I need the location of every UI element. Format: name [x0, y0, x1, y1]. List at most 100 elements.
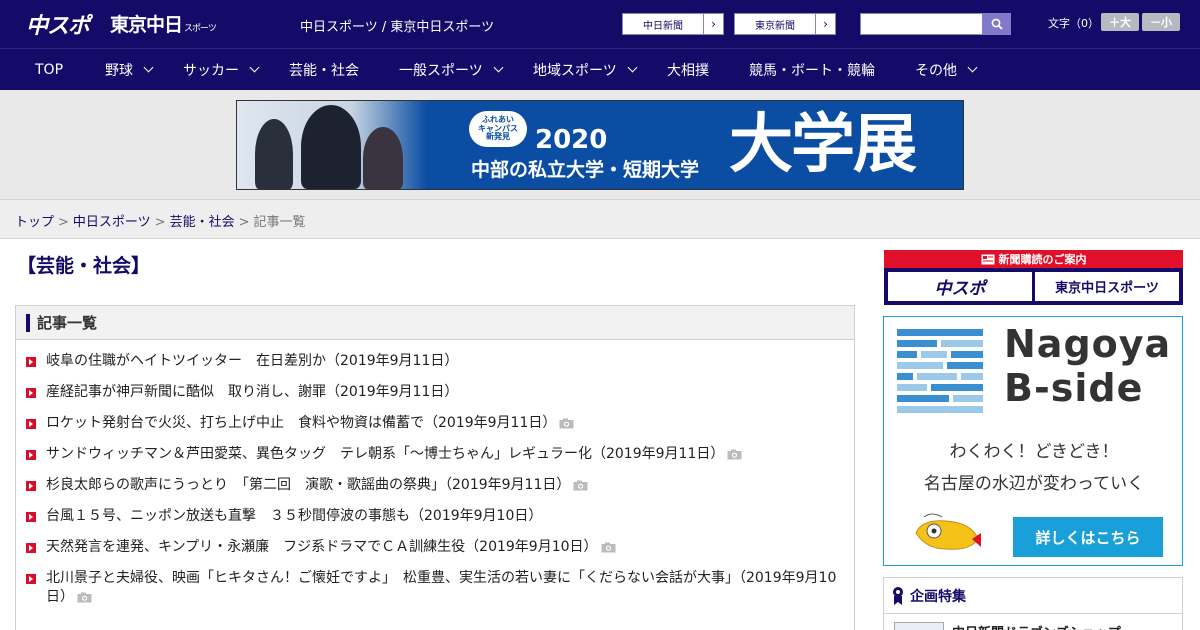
bullet-arrow-icon [26, 450, 36, 460]
student-figure [363, 127, 403, 189]
subscription-title: 新聞購読のご案内 [998, 253, 1087, 266]
chevron-down-icon [627, 62, 638, 73]
nav-item-label: TOP [35, 61, 64, 78]
nav-item-baseball[interactable]: 野球 [105, 49, 154, 90]
tokyo-chunichi-logo-text: 東京中日 [110, 14, 183, 36]
nav-item-label: サッカー [183, 62, 239, 79]
article-link[interactable]: 杉良太郎らの歌声にうっとり 「第二回 演歌・歌謡曲の祭典」（2019年9月11日… [46, 477, 570, 493]
feature-item-dragons-shop[interactable]: 中日新聞ドラゴンズショップ [894, 622, 1121, 630]
nav-item-label: 大相撲 [667, 62, 709, 79]
article-item[interactable]: 産経記事が神戸新聞に酷似 取り消し、謝罪（2019年9月11日） [26, 383, 844, 402]
breadcrumb-separator: > [238, 215, 250, 230]
camera-icon [573, 480, 588, 490]
content-area: 【芸能・社会】 記事一覧 岐阜の住職がヘイトツイッター 在日差別か（2019年9… [0, 239, 1200, 630]
nagoya-bside-details-button[interactable]: 詳しくはこちら [1013, 517, 1163, 557]
subscribe-chuspo-button[interactable]: 中スポ [888, 272, 1032, 301]
nav-item-racing[interactable]: 競馬・ボート・競輪 [749, 49, 875, 90]
article-list-title: 記事一覧 [37, 314, 98, 332]
breadcrumb-chunichi-sports[interactable]: 中日スポーツ [73, 215, 151, 230]
breadcrumb-top[interactable]: トップ [15, 215, 54, 230]
breadcrumb-separator: > [58, 215, 69, 230]
search-input[interactable] [860, 13, 983, 35]
nav-item-others[interactable]: その他 [915, 49, 978, 90]
font-smaller-button[interactable]: －小 [1142, 13, 1180, 31]
article-item[interactable]: 杉良太郎らの歌声にうっとり 「第二回 演歌・歌謡曲の祭典」（2019年9月11日… [26, 476, 844, 495]
tokyo-chunichi-logo-small: スポーツ [184, 24, 217, 34]
tokyo-shimbun-link[interactable]: 東京新聞 › [734, 13, 836, 35]
search-icon [991, 18, 1003, 30]
article-item[interactable]: サンドウィッチマン＆芦田愛菜、異色タッグ テレ朝系「～博士ちゃん」レギュラー化（… [26, 445, 844, 464]
bullet-arrow-icon [26, 574, 36, 584]
chevron-right-icon: › [703, 14, 723, 34]
nav-item-label: その他 [915, 62, 957, 79]
article-list-box: 記事一覧 岐阜の住職がヘイトツイッター 在日差別か（2019年9月11日） 産経… [15, 305, 855, 630]
article-item[interactable]: 台風１５号、ニッポン放送も直撃 ３５秒間停波の事態も（2019年9月10日） [26, 507, 844, 526]
nav-item-sumo[interactable]: 大相撲 [667, 49, 709, 90]
search-button[interactable] [982, 13, 1011, 35]
font-size-label: 文字（0） [1048, 17, 1099, 30]
banner-photo [237, 101, 427, 189]
article-list-header: 記事一覧 [16, 306, 854, 340]
nav-item-label: 野球 [105, 62, 133, 79]
article-item[interactable]: ロケット発射台で火災、打ち上げ中止 食料や物資は備蓄で（2019年9月11日） [26, 414, 844, 433]
article-link[interactable]: ロケット発射台で火災、打ち上げ中止 食料や物資は備蓄で（2019年9月11日） [46, 415, 556, 431]
nagoya-bside-title-line: Nagoya [1004, 322, 1172, 366]
chevron-right-icon: › [815, 14, 835, 34]
nav-item-entertainment[interactable]: 芸能・社会 [289, 49, 359, 90]
banner-headline: 大学展 [729, 108, 917, 182]
article-link[interactable]: 台風１５号、ニッポン放送も直撃 ３５秒間停波の事態も（2019年9月10日） [46, 508, 542, 524]
chuspo-logo[interactable]: 中スポ [26, 8, 90, 40]
nav-item-local-sports[interactable]: 地域スポーツ [533, 49, 638, 90]
nagoya-bside-tagline: 名古屋の水辺が変わっていく [923, 474, 1145, 494]
article-link[interactable]: 天然発言を連発、キンプリ・永瀬廉 フジ系ドラマでＣＡ訓練生役（2019年9月10… [46, 539, 598, 555]
font-bigger-button[interactable]: ＋大 [1101, 13, 1139, 31]
breadcrumb-entertainment[interactable]: 芸能・社会 [170, 215, 235, 230]
article-item[interactable]: 岐阜の住職がヘイトツイッター 在日差別か（2019年9月11日） [26, 352, 844, 371]
article-link[interactable]: サンドウィッチマン＆芦田愛菜、異色タッグ テレ朝系「～博士ちゃん」レギュラー化（… [46, 446, 724, 462]
breadcrumb: トップ > 中日スポーツ > 芸能・社会 > 記事一覧 [15, 211, 306, 230]
nagoya-bside-title: Nagoya B-side [1004, 322, 1172, 410]
article-item[interactable]: 天然発言を連発、キンプリ・永瀬廉 フジ系ドラマでＣＡ訓練生役（2019年9月10… [26, 538, 844, 557]
shrimp-mascot-icon [915, 513, 981, 550]
feature-thumbnail [894, 622, 944, 630]
site-header: 中スポ 東京中日 スポーツ 中日スポーツ / 東京中日スポーツ 中日新聞 › 東京… [0, 0, 1200, 48]
nav-item-soccer[interactable]: サッカー [183, 49, 260, 90]
bullet-arrow-icon [26, 512, 36, 522]
university-fair-banner[interactable]: ふれあい キャンパス 新発見 2020 中部の私立大学・短期大学 大学展 [236, 100, 964, 190]
ext-link-label: 中日新聞 [643, 20, 683, 32]
feature-box: 企画特集 中日新聞ドラゴンズショップ [883, 577, 1183, 630]
tokyo-chunichi-logo[interactable]: 東京中日 スポーツ [110, 10, 217, 37]
student-figure [301, 105, 361, 189]
badge-line: 新発見 [486, 132, 510, 142]
main-nav: TOP 野球 サッカー 芸能・社会 一般スポーツ 地域スポーツ 大相撲 競馬・ボ… [0, 48, 1200, 90]
article-link[interactable]: 産経記事が神戸新聞に酷似 取り消し、謝罪（2019年9月11日） [46, 384, 458, 400]
breadcrumb-current: 記事一覧 [253, 215, 306, 230]
camera-icon [559, 418, 574, 428]
subscription-box: 新聞購読のご案内 中スポ 東京中日スポーツ [884, 250, 1183, 305]
chevron-down-icon [143, 62, 154, 73]
camera-icon [77, 592, 92, 602]
nagoya-bside-ad[interactable]: Nagoya B-side わくわく！どきどき！ 名古屋の水辺が変わっていく 詳… [883, 316, 1183, 566]
article-link[interactable]: 岐阜の住職がヘイトツイッター 在日差別か（2019年9月11日） [46, 353, 458, 369]
bullet-arrow-icon [26, 357, 36, 367]
nav-item-general-sports[interactable]: 一般スポーツ [399, 49, 504, 90]
article-link[interactable]: 北川景子と夫婦役、映画「ヒキタさん！ご懐妊ですよ」 松重豊、実生活の若い妻に「く… [46, 570, 836, 605]
subscribe-tokyo-chunichi-button[interactable]: 東京中日スポーツ [1035, 272, 1179, 301]
subscription-header: 新聞購読のご案内 [884, 250, 1183, 268]
student-figure [255, 119, 293, 189]
bullet-arrow-icon [26, 481, 36, 491]
chevron-down-icon [493, 62, 504, 73]
chunichi-shimbun-link[interactable]: 中日新聞 › [622, 13, 724, 35]
nagoya-bside-tagline: わくわく！どきどき！ [949, 442, 1119, 462]
nav-item-label: 競馬・ボート・競輪 [749, 62, 875, 79]
nav-item-top[interactable]: TOP [35, 49, 63, 90]
header-accent-bar [26, 313, 30, 332]
nav-item-label: 地域スポーツ [533, 62, 617, 79]
chevron-down-icon [967, 62, 978, 73]
bullet-arrow-icon [26, 543, 36, 553]
banner-subtitle: 中部の私立大学・短期大学 [471, 159, 700, 181]
article-item[interactable]: 北川景子と夫婦役、映画「ヒキタさん！ご懐妊ですよ」 松重豊、実生活の若い妻に「く… [26, 569, 844, 607]
banner-year: 2020 [535, 125, 608, 155]
bullet-arrow-icon [26, 419, 36, 429]
nagoya-bside-title-line: B-side [1004, 365, 1144, 410]
